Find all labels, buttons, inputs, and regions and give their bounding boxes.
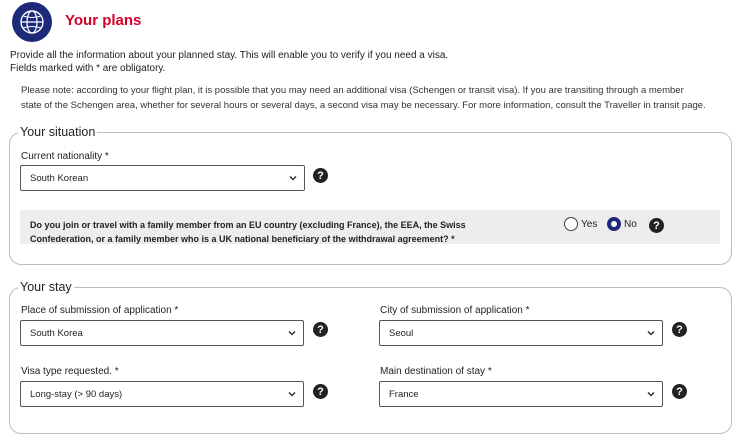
- globe-logo-icon: [12, 2, 52, 42]
- globe-icon: [20, 10, 44, 34]
- question-circle-icon[interactable]: ?: [672, 384, 687, 399]
- nationality-label: Current nationality *: [21, 151, 109, 162]
- radio-no-selected[interactable]: [607, 217, 621, 231]
- place-label: Place of submission of application *: [21, 305, 179, 316]
- stay-legend: Your stay: [20, 280, 72, 294]
- chevron-down-icon: [647, 391, 655, 397]
- destination-select[interactable]: France: [379, 381, 663, 407]
- visa-type-label: Visa type requested. *: [21, 366, 119, 377]
- chevron-down-icon: [288, 330, 296, 336]
- question-circle-icon[interactable]: ?: [313, 322, 328, 337]
- family-question-line: Confederation, or a family member who is…: [30, 234, 455, 244]
- page-title: Your plans: [65, 12, 142, 29]
- destination-value: France: [389, 388, 419, 400]
- question-circle-icon[interactable]: ?: [313, 384, 328, 399]
- visa-type-value: Long-stay (> 90 days): [30, 388, 123, 400]
- chevron-down-icon: [289, 175, 297, 181]
- visa-type-select[interactable]: Long-stay (> 90 days): [20, 381, 304, 407]
- question-circle-icon[interactable]: ?: [649, 218, 664, 233]
- stay-section: Your stay: [9, 280, 732, 434]
- place-select[interactable]: South Korea: [20, 320, 304, 346]
- city-label: City of submission of application *: [380, 305, 530, 316]
- destination-label: Main destination of stay *: [380, 366, 492, 377]
- nationality-select[interactable]: South Korean: [20, 165, 305, 191]
- city-value: Seoul: [389, 327, 414, 339]
- intro-text: Provide all the information about your p…: [10, 50, 449, 61]
- place-value: South Korea: [30, 327, 83, 339]
- question-circle-icon[interactable]: ?: [313, 168, 328, 183]
- required-fields-note: Fields marked with * are obligatory.: [10, 63, 166, 74]
- family-question-text: Do you join or travel with a family memb…: [30, 218, 466, 246]
- radio-yes[interactable]: [564, 217, 578, 231]
- family-question-line: Do you join or travel with a family memb…: [30, 220, 466, 230]
- transit-notice-line: state of the Schengen area, whether for …: [21, 100, 706, 111]
- radio-yes-label: Yes: [581, 219, 598, 230]
- transit-notice-line: Please note: according to your flight pl…: [21, 85, 684, 96]
- situation-legend: Your situation: [20, 125, 96, 139]
- nationality-value: South Korean: [30, 172, 89, 184]
- city-select[interactable]: Seoul: [379, 320, 663, 346]
- chevron-down-icon: [288, 391, 296, 397]
- radio-no-label: No: [624, 219, 637, 230]
- chevron-down-icon: [647, 330, 655, 336]
- transit-notice: Please note: according to your flight pl…: [21, 83, 731, 113]
- question-circle-icon[interactable]: ?: [672, 322, 687, 337]
